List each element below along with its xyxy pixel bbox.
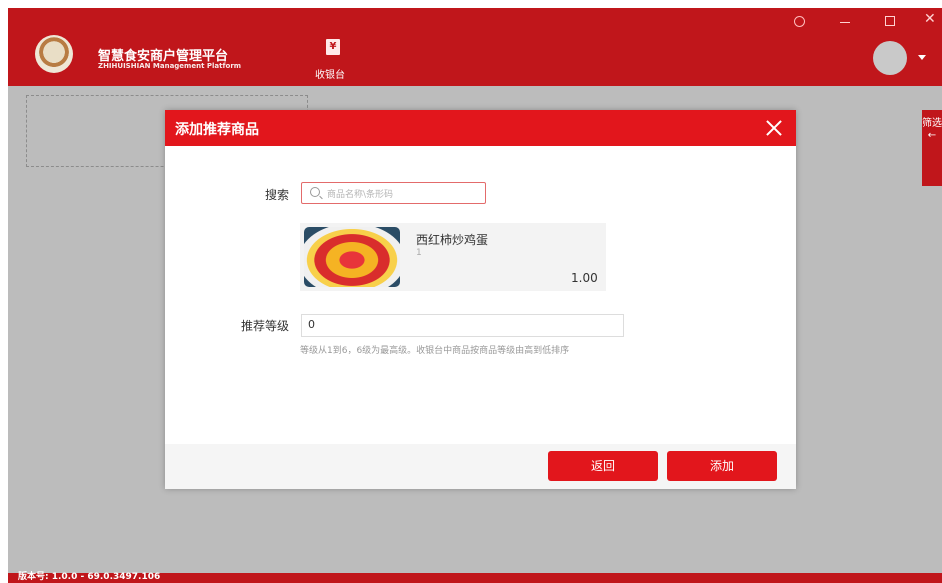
app-window: 智慧食安商户管理平台 ZHIHUISHIAN Management Platfo… [8, 8, 942, 583]
level-hint: 等级从1到6，6级为最高级。收银台中商品按商品等级由高到低排序 [300, 346, 570, 356]
dialog-footer: 返回 添加 [165, 444, 796, 489]
maximize-icon[interactable] [885, 16, 895, 26]
search-label: 搜索 [264, 188, 289, 202]
product-name: 西红柿炒鸡蛋 [416, 233, 489, 247]
chevron-down-icon[interactable] [918, 55, 926, 60]
dialog-title: 添加推荐商品 [175, 122, 259, 138]
top-header: 智慧食安商户管理平台 ZHIHUISHIAN Management Platfo… [8, 8, 942, 86]
search-placeholder: 商品名称\条形码 [327, 190, 394, 200]
version-text: 版本号: 1.0.0 - 69.0.3497.106 [18, 572, 161, 582]
back-arrow-icon: ← [927, 130, 937, 141]
settings-icon[interactable] [794, 16, 805, 27]
back-button[interactable]: 返回 [548, 451, 658, 481]
level-label: 推荐等级 [240, 319, 289, 333]
dialog-header: 添加推荐商品 [165, 110, 796, 146]
cashier-icon[interactable]: ¥ [326, 39, 340, 55]
logo [35, 35, 73, 73]
close-window-icon[interactable]: ✕ [924, 11, 936, 27]
product-sub-value: 1 [416, 248, 422, 258]
level-value: 0 [308, 318, 315, 331]
filter-tab[interactable]: 筛选 ← [922, 110, 942, 186]
product-image [304, 227, 400, 287]
product-card[interactable]: 西红柿炒鸡蛋 1 1.00 [300, 223, 606, 291]
search-icon [310, 187, 320, 197]
avatar[interactable] [873, 41, 907, 75]
product-price: 1.00 [571, 271, 598, 285]
brand-subtitle: ZHIHUISHIAN Management Platform [98, 62, 242, 70]
add-button[interactable]: 添加 [667, 451, 777, 481]
filter-tab-label: 筛选 [922, 118, 942, 129]
level-input[interactable]: 0 [301, 314, 624, 337]
add-product-dialog: 添加推荐商品 搜索 商品名称\条形码 西红柿炒鸡蛋 1 1.00 推荐等级 0 … [165, 110, 796, 489]
nav-cashier-label[interactable]: 收银台 [315, 66, 345, 81]
minimize-icon[interactable] [840, 22, 850, 23]
search-input[interactable]: 商品名称\条形码 [301, 182, 486, 204]
footer: 版本号: 1.0.0 - 69.0.3497.106 [8, 572, 942, 583]
close-icon[interactable] [764, 118, 784, 138]
